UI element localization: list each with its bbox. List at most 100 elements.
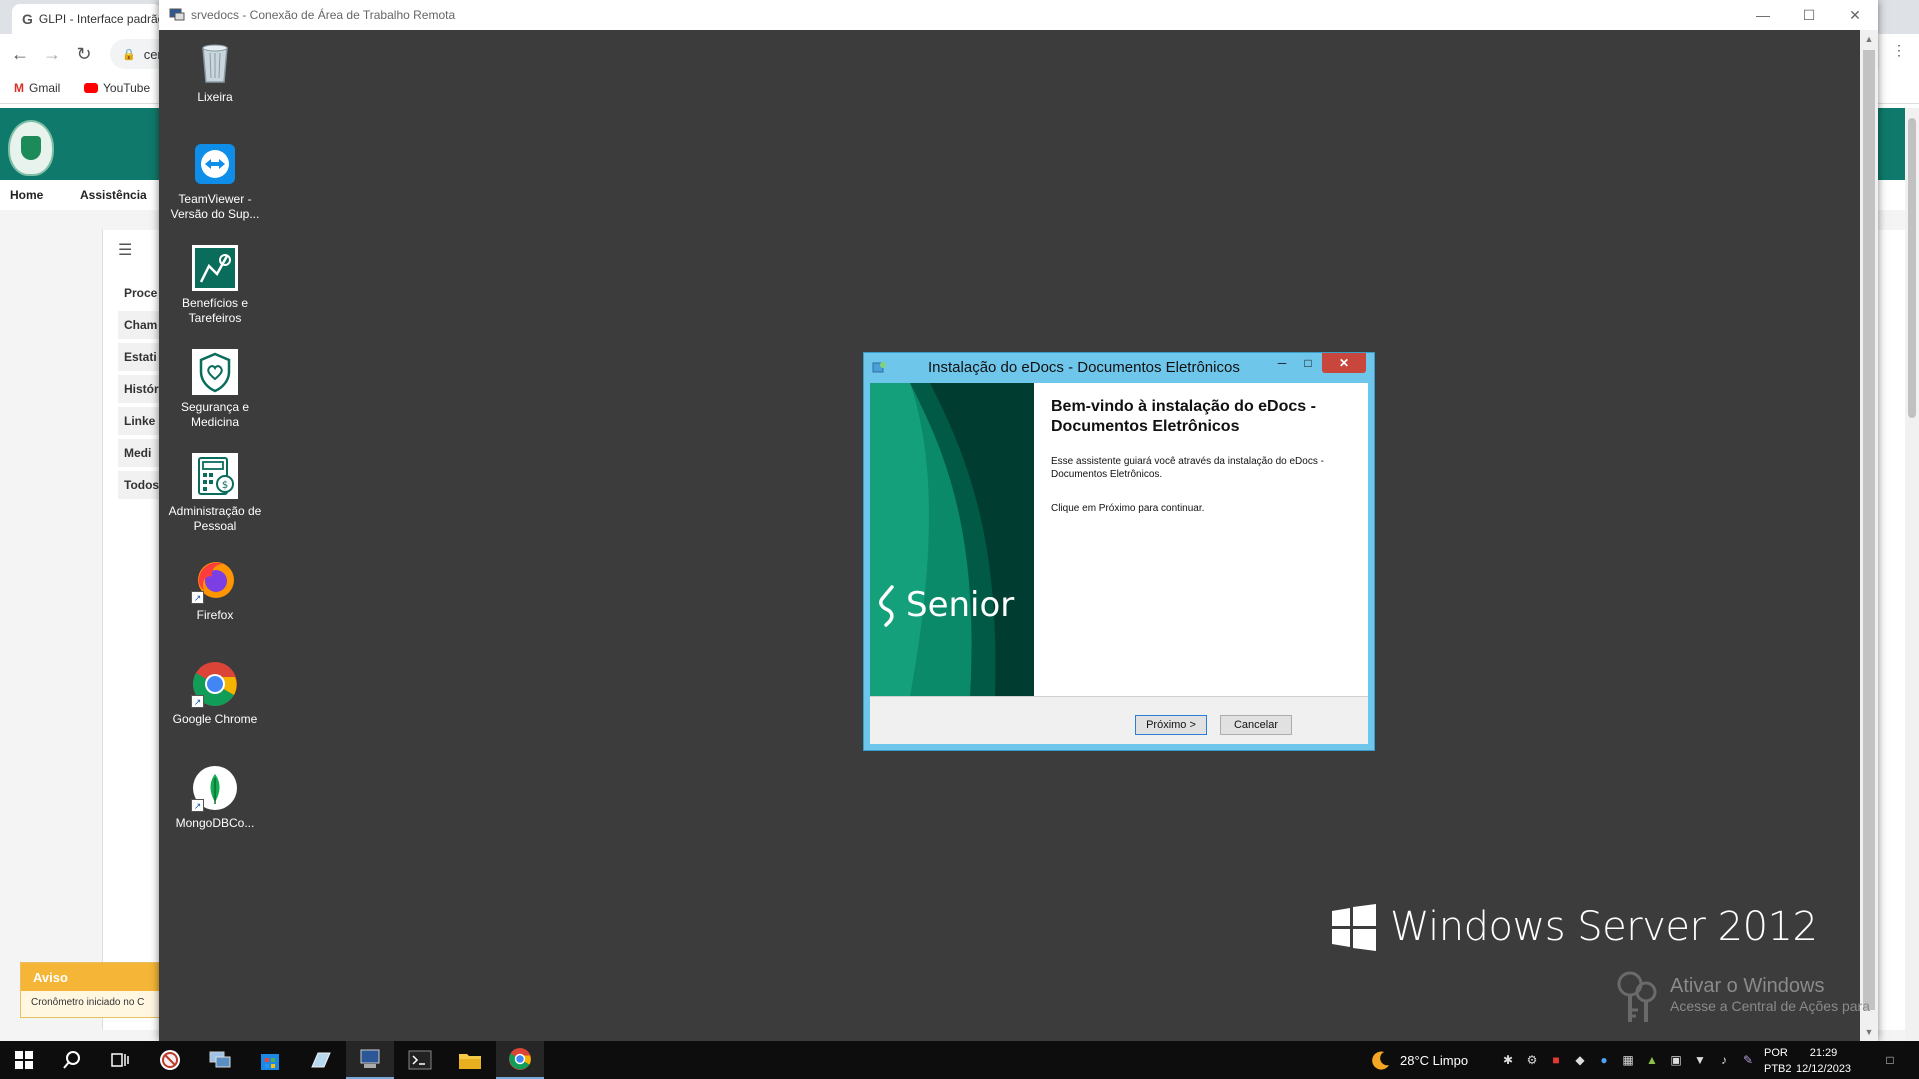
keyboard-layout: PTB2	[1764, 1063, 1792, 1075]
bluetooth-icon[interactable]: ✱	[1500, 1052, 1516, 1068]
nav-assistencia[interactable]: Assistência	[80, 188, 147, 202]
hp-icon[interactable]: ●	[1596, 1052, 1612, 1068]
tray-red-app-icon[interactable]: ■	[1548, 1052, 1564, 1068]
kebab-menu-icon[interactable]: ⋮	[1879, 42, 1919, 59]
svg-text:$: $	[222, 480, 228, 491]
installer-app-icon	[872, 362, 886, 373]
language-indicator[interactable]: POR PTB2	[1764, 1045, 1792, 1077]
chrome-scrollbar[interactable]	[1905, 108, 1919, 1041]
side-title: Proce	[124, 286, 158, 300]
rdp-title: srvedocs - Conexão de Área de Trabalho R…	[191, 8, 456, 22]
taskbar-explorer[interactable]	[446, 1041, 494, 1079]
pen-icon[interactable]: ✎	[1740, 1052, 1756, 1068]
weather-widget[interactable]: 28°C Limpo	[1370, 1041, 1468, 1079]
desktop-icon-firefox[interactable]: ↗ Firefox	[165, 556, 265, 623]
scrollbar-thumb[interactable]	[1908, 118, 1916, 418]
installer-close-button[interactable]: ✕	[1322, 353, 1366, 373]
desktop-icon-lixeira[interactable]: Lixeira	[165, 38, 265, 105]
windows-server-text: Windows Server 2012	[1390, 904, 1818, 950]
desktop-icon-mongodb[interactable]: ↗ MongoDBCo...	[165, 764, 265, 831]
taskbar-app-4[interactable]	[296, 1041, 344, 1079]
next-button[interactable]: Próximo >	[1135, 715, 1207, 735]
weather-text: 28°C Limpo	[1400, 1052, 1469, 1068]
bookmark-label: Gmail	[29, 81, 61, 95]
senior-s-logo-icon	[879, 585, 894, 627]
tray-security-icon[interactable]: ◆	[1572, 1052, 1588, 1068]
desktop-icon-admin-pessoal[interactable]: $ Administração de Pessoal	[165, 452, 265, 534]
scroll-down-arrow-icon[interactable]: ▼	[1860, 1023, 1878, 1041]
taskbar-rdp[interactable]	[346, 1041, 394, 1079]
desktop-icon-seguranca[interactable]: Segurança e Medicina	[165, 348, 265, 430]
network-computers-icon	[209, 1051, 231, 1068]
search-icon	[63, 1051, 80, 1069]
gmail-icon: M	[14, 81, 24, 95]
senior-banner-graphic	[870, 383, 1034, 696]
desktop-icon-label: Firefox	[196, 608, 234, 622]
rdp-app-icon	[169, 8, 185, 21]
cancel-button[interactable]: Cancelar	[1220, 715, 1292, 735]
installer-welcome-panel: Bem-vindo à instalação do eDocs - Docume…	[1034, 383, 1368, 696]
scrollbar-thumb[interactable]	[1863, 50, 1875, 1010]
rdp-maximize-button[interactable]: ☐	[1786, 0, 1832, 30]
scroll-up-arrow-icon[interactable]: ▲	[1860, 30, 1878, 48]
language-code: POR	[1764, 1047, 1788, 1059]
taskbar-chrome[interactable]	[496, 1041, 544, 1079]
taskbar-app-2[interactable]	[196, 1041, 244, 1079]
desktop-icon-label: Lixeira	[197, 90, 233, 104]
activate-title: Ativar o Windows	[1670, 975, 1825, 997]
senior-banner: Senior	[870, 383, 1034, 696]
glpi-coat-of-arms-icon[interactable]	[8, 120, 54, 176]
bookmark-gmail[interactable]: M Gmail	[14, 81, 60, 95]
lock-icon: 🔒	[122, 48, 136, 61]
forward-arrow-icon[interactable]: →	[40, 42, 64, 66]
tray-usb-icon[interactable]: ▲	[1644, 1052, 1660, 1068]
firefox-icon: ↗	[191, 556, 239, 604]
shortcut-arrow-icon: ↗	[191, 695, 204, 708]
rdp-close-button[interactable]: ✕	[1832, 0, 1878, 30]
youtube-icon	[84, 83, 98, 93]
windows-logo-icon	[1332, 904, 1376, 951]
taskbar-app-1[interactable]	[146, 1041, 194, 1079]
installer-minimize-button[interactable]: ─	[1270, 353, 1294, 373]
notification-center-icon[interactable]: □	[1880, 1052, 1900, 1068]
rdp-scrollbar[interactable]: ▲ ▼	[1860, 30, 1878, 1041]
desktop-icon-chrome[interactable]: ↗ Google Chrome	[165, 660, 265, 727]
tray-network-icon[interactable]: ▦	[1620, 1052, 1636, 1068]
installer-maximize-button[interactable]: □	[1296, 353, 1320, 373]
list-view-icon[interactable]: ☰	[118, 240, 132, 260]
reload-icon[interactable]: ↻	[72, 42, 96, 66]
task-view-button[interactable]	[96, 1041, 144, 1079]
desktop-icon-label: MongoDBCo...	[175, 816, 255, 830]
chrome-tab-glpi[interactable]: G GLPI - Interface padrão	[12, 4, 162, 34]
taskbar-terminal[interactable]	[396, 1041, 444, 1079]
desktop-icon-teamviewer[interactable]: TeamViewer - Versão do Sup...	[165, 140, 265, 222]
taskbar-app-3[interactable]	[246, 1041, 294, 1079]
search-button[interactable]	[48, 1041, 96, 1079]
wifi-icon[interactable]: ▼	[1692, 1052, 1708, 1068]
installer-description: Esse assistente guiará você através da i…	[1051, 456, 1324, 480]
windows-start-icon	[15, 1051, 33, 1069]
nav-home[interactable]: Home	[10, 188, 43, 202]
weather-moon-icon	[1372, 1051, 1389, 1070]
installer-titlebar[interactable]: Instalação do eDocs - Documentos Eletrôn…	[864, 353, 1374, 383]
remote-desktop-icon	[360, 1049, 380, 1068]
desktop-icon-label: TeamViewer - Versão do Sup...	[170, 192, 260, 221]
rdp-minimize-button[interactable]: —	[1740, 0, 1786, 30]
installer-dialog: Instalação do eDocs - Documentos Eletrôn…	[863, 352, 1375, 751]
aviso-toast[interactable]: Aviso Cronômetro iniciado no C	[20, 962, 180, 1018]
desktop-icon-label: Benefícios e Tarefeiros	[181, 296, 249, 325]
rdp-titlebar[interactable]: srvedocs - Conexão de Área de Trabalho R…	[159, 0, 1878, 30]
tray-display-icon[interactable]: ▣	[1668, 1052, 1684, 1068]
tray-app-icon[interactable]: ⚙	[1524, 1052, 1540, 1068]
shortcut-arrow-icon: ↗	[191, 591, 204, 604]
start-button[interactable]	[0, 1041, 48, 1079]
installer-heading: Bem-vindo à instalação do eDocs - Docume…	[1051, 398, 1316, 435]
volume-icon[interactable]: ♪	[1716, 1052, 1732, 1068]
bookmark-youtube[interactable]: YouTube	[84, 81, 150, 95]
clock[interactable]: 21:29 12/12/2023	[1796, 1045, 1851, 1077]
desktop-icon-label: Administração de Pessoal	[168, 504, 262, 533]
desktop-icon-beneficios[interactable]: Benefícios e Tarefeiros	[165, 244, 265, 326]
clock-time: 21:29	[1809, 1047, 1838, 1059]
clock-date: 12/12/2023	[1796, 1063, 1852, 1075]
back-arrow-icon[interactable]: ←	[8, 42, 32, 66]
